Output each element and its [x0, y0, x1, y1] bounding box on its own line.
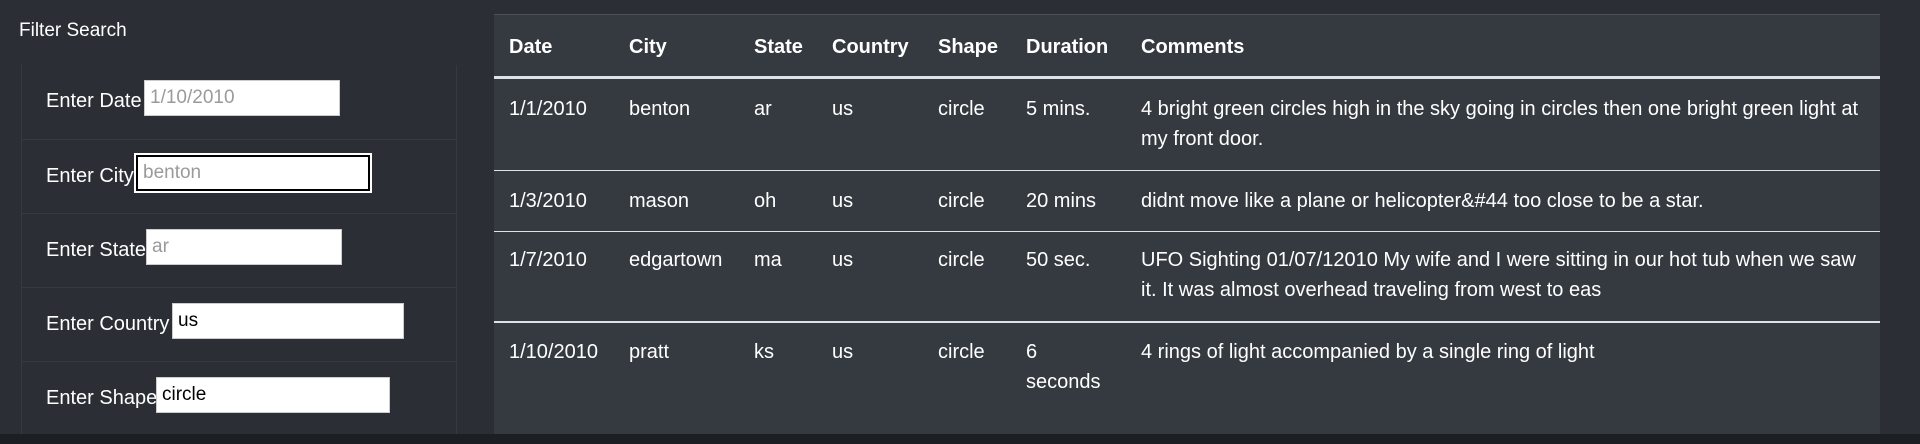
table-row: 1/3/2010 mason oh us circle 20 mins didn… — [494, 171, 1880, 232]
state-input[interactable] — [146, 229, 342, 265]
filter-panel: Enter Date Enter City Enter State Enter … — [21, 65, 457, 434]
table-row: 1/10/2010 pratt ks us circle 6 seconds 4… — [494, 323, 1880, 435]
vertical-scrollbar[interactable] — [1890, 0, 1902, 434]
cell-shape: circle — [938, 249, 985, 271]
cell-city: benton — [629, 98, 691, 120]
date-input[interactable] — [144, 80, 340, 116]
cell-date: 1/1/2010 — [509, 98, 587, 120]
cell-duration: 6 seconds — [1026, 341, 1101, 393]
cell-duration: 5 mins. — [1026, 98, 1091, 120]
filter-row-state: Enter State — [22, 213, 456, 288]
cell-state: ma — [754, 249, 782, 271]
cell-shape: circle — [938, 98, 985, 120]
cell-comments: didnt move like a plane or helicopter&#4… — [1141, 190, 1704, 212]
cell-shape: circle — [938, 190, 985, 212]
cell-country: us — [832, 98, 854, 120]
filter-row-date: Enter Date — [22, 65, 456, 139]
cell-city: edgartown — [629, 249, 723, 271]
cell-city: mason — [629, 190, 690, 212]
city-input[interactable] — [136, 155, 370, 191]
shape-label: Enter Shape — [46, 387, 158, 409]
filter-row-shape: Enter Shape — [22, 361, 456, 436]
header-date: Date — [509, 36, 553, 58]
header-duration: Duration — [1026, 36, 1109, 58]
cell-state: ks — [754, 341, 774, 363]
cell-date: 1/3/2010 — [509, 190, 587, 212]
header-city: City — [629, 36, 667, 58]
header-state: State — [754, 36, 803, 58]
country-label: Enter Country — [46, 313, 170, 335]
cell-city: pratt — [629, 341, 670, 363]
cell-comments: UFO Sighting 01/07/12010 My wife and I w… — [1141, 249, 1856, 301]
table-row: 1/7/2010 edgartown ma us circle 50 sec. … — [494, 232, 1880, 323]
cell-shape: circle — [938, 341, 985, 363]
ufo-table: Date City State Country Shape Duration C… — [494, 14, 1880, 435]
table-row: 1/1/2010 benton ar us circle 5 mins. 4 b… — [494, 79, 1880, 171]
header-country: Country — [832, 36, 909, 58]
cell-country: us — [832, 190, 854, 212]
cell-state: oh — [754, 190, 777, 212]
filter-sidebar: Filter Search Enter Date Enter City Ente… — [0, 0, 470, 434]
filter-title: Filter Search — [19, 20, 127, 41]
shape-input[interactable] — [156, 377, 390, 413]
country-input[interactable] — [172, 303, 404, 339]
date-label: Enter Date — [46, 90, 142, 112]
cell-duration: 20 mins — [1026, 190, 1097, 212]
cell-comments: 4 rings of light accompanied by a single… — [1141, 341, 1595, 363]
cell-state: ar — [754, 98, 772, 120]
cell-country: us — [832, 341, 854, 363]
cell-date: 1/7/2010 — [509, 249, 587, 271]
bottom-edge — [0, 434, 1920, 444]
table-header: Date City State Country Shape Duration C… — [494, 15, 1880, 79]
cell-date: 1/10/2010 — [509, 341, 598, 363]
cell-country: us — [832, 249, 854, 271]
cell-comments: 4 bright green circles high in the sky g… — [1141, 98, 1859, 150]
city-label: Enter City — [46, 165, 134, 187]
header-comments: Comments — [1141, 36, 1245, 58]
state-label: Enter State — [46, 239, 147, 261]
filter-row-city: Enter City — [22, 139, 456, 214]
cell-duration: 50 sec. — [1026, 249, 1091, 271]
header-shape: Shape — [938, 36, 999, 58]
filter-row-country: Enter Country — [22, 287, 456, 362]
